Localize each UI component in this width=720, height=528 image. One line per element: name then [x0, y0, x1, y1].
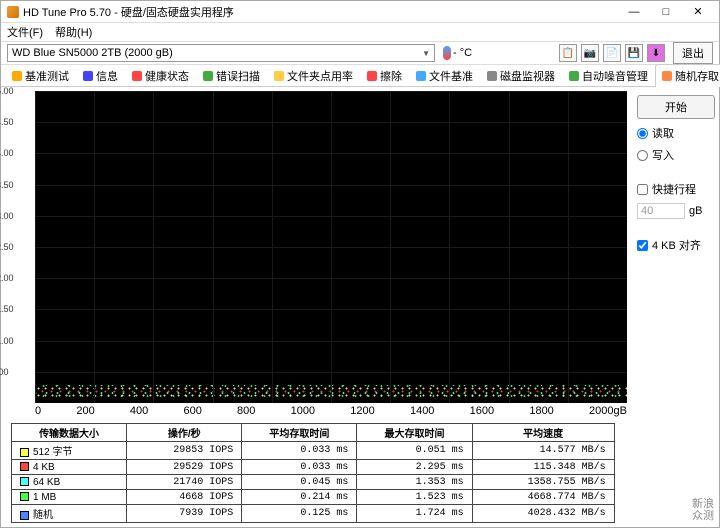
chart: ms 0.5001.001.502.002.503.003.504.004.50… [7, 91, 627, 417]
thermometer-icon [443, 46, 451, 60]
copy2-icon[interactable]: 📄 [603, 44, 621, 62]
tab-filebench[interactable]: 文件基准 [409, 64, 480, 87]
tab-aam[interactable]: 自动噪音管理 [562, 64, 655, 87]
aam-icon [569, 71, 579, 81]
drive-label: WD Blue SN5000 2TB (2000 gB) [12, 47, 173, 59]
quick-check[interactable]: 快捷行程 [637, 181, 715, 197]
minimize-button[interactable]: — [619, 3, 649, 21]
folder-icon [274, 71, 284, 81]
scan-icon [203, 71, 213, 81]
temperature: - °C [439, 46, 476, 60]
monitor-icon [487, 71, 497, 81]
tab-diskmon[interactable]: 磁盘监视器 [480, 64, 562, 87]
align-check[interactable]: 4 KB 对齐 [637, 237, 715, 253]
toolbar: WD Blue SN5000 2TB (2000 gB) ▼ - °C 📋 📷 … [1, 41, 719, 65]
read-radio[interactable]: 读取 [637, 125, 715, 141]
table-row: 随机7939 IOPS0.125 ms1.724 ms4028.432 MB/s [12, 505, 615, 523]
menu-file[interactable]: 文件(F) [7, 24, 43, 40]
health-icon [132, 71, 142, 81]
screenshot-icon[interactable]: 📷 [581, 44, 599, 62]
erase-icon [367, 71, 377, 81]
settings-icon[interactable]: ⬇ [647, 44, 665, 62]
size-input[interactable]: 40 [637, 203, 685, 219]
exit-button[interactable]: 退出 [673, 42, 713, 64]
drive-select[interactable]: WD Blue SN5000 2TB (2000 gB) ▼ [7, 44, 435, 62]
table-row: 512 字节29853 IOPS0.033 ms0.051 ms14.577 M… [12, 442, 615, 460]
tab-folderusage[interactable]: 文件夹点用率 [267, 64, 360, 87]
write-radio[interactable]: 写入 [637, 147, 715, 163]
menu-help[interactable]: 帮助(H) [55, 24, 92, 40]
table-row: 4 KB29529 IOPS0.033 ms2.295 ms115.348 MB… [12, 460, 615, 475]
bolt-icon [12, 71, 22, 81]
watermark: 新浪众测 [692, 498, 714, 522]
titlebar: HD Tune Pro 5.70 - 硬盘/固态硬盘实用程序 — □ ✕ [1, 1, 719, 23]
random-icon [662, 71, 672, 81]
tab-errorscan[interactable]: 错误扫描 [196, 64, 267, 87]
app-icon [7, 6, 19, 18]
tabs: 基准测试 信息 健康状态 错误扫描 文件夹点用率 擦除 文件基准 磁盘监视器 自… [1, 65, 719, 87]
table-row: 64 KB21740 IOPS0.045 ms1.353 ms1358.755 … [12, 475, 615, 490]
window-title: HD Tune Pro 5.70 - 硬盘/固态硬盘实用程序 [23, 4, 619, 20]
file-icon [416, 71, 426, 81]
start-button[interactable]: 开始 [637, 95, 715, 119]
tab-info[interactable]: 信息 [76, 64, 125, 87]
tab-health[interactable]: 健康状态 [125, 64, 196, 87]
tab-erase[interactable]: 擦除 [360, 64, 409, 87]
info-icon [83, 71, 93, 81]
tab-benchmark[interactable]: 基准测试 [5, 64, 76, 87]
table-row: 1 MB4668 IOPS0.214 ms1.523 ms4668.774 MB… [12, 490, 615, 505]
tab-random[interactable]: 随机存取 [655, 64, 720, 87]
menubar: 文件(F) 帮助(H) [1, 23, 719, 41]
chevron-down-icon: ▼ [422, 49, 430, 58]
results-table: 传输数据大小 操作/秒 平均存取时间 最大存取时间 平均速度 512 字节298… [11, 423, 627, 523]
save-icon[interactable]: 💾 [625, 44, 643, 62]
close-button[interactable]: ✕ [683, 3, 713, 21]
maximize-button[interactable]: □ [651, 3, 681, 21]
side-panel: 开始 读取 写入 快捷行程 40 gB 4 KB 对齐 [633, 87, 719, 527]
copy-icon[interactable]: 📋 [559, 44, 577, 62]
